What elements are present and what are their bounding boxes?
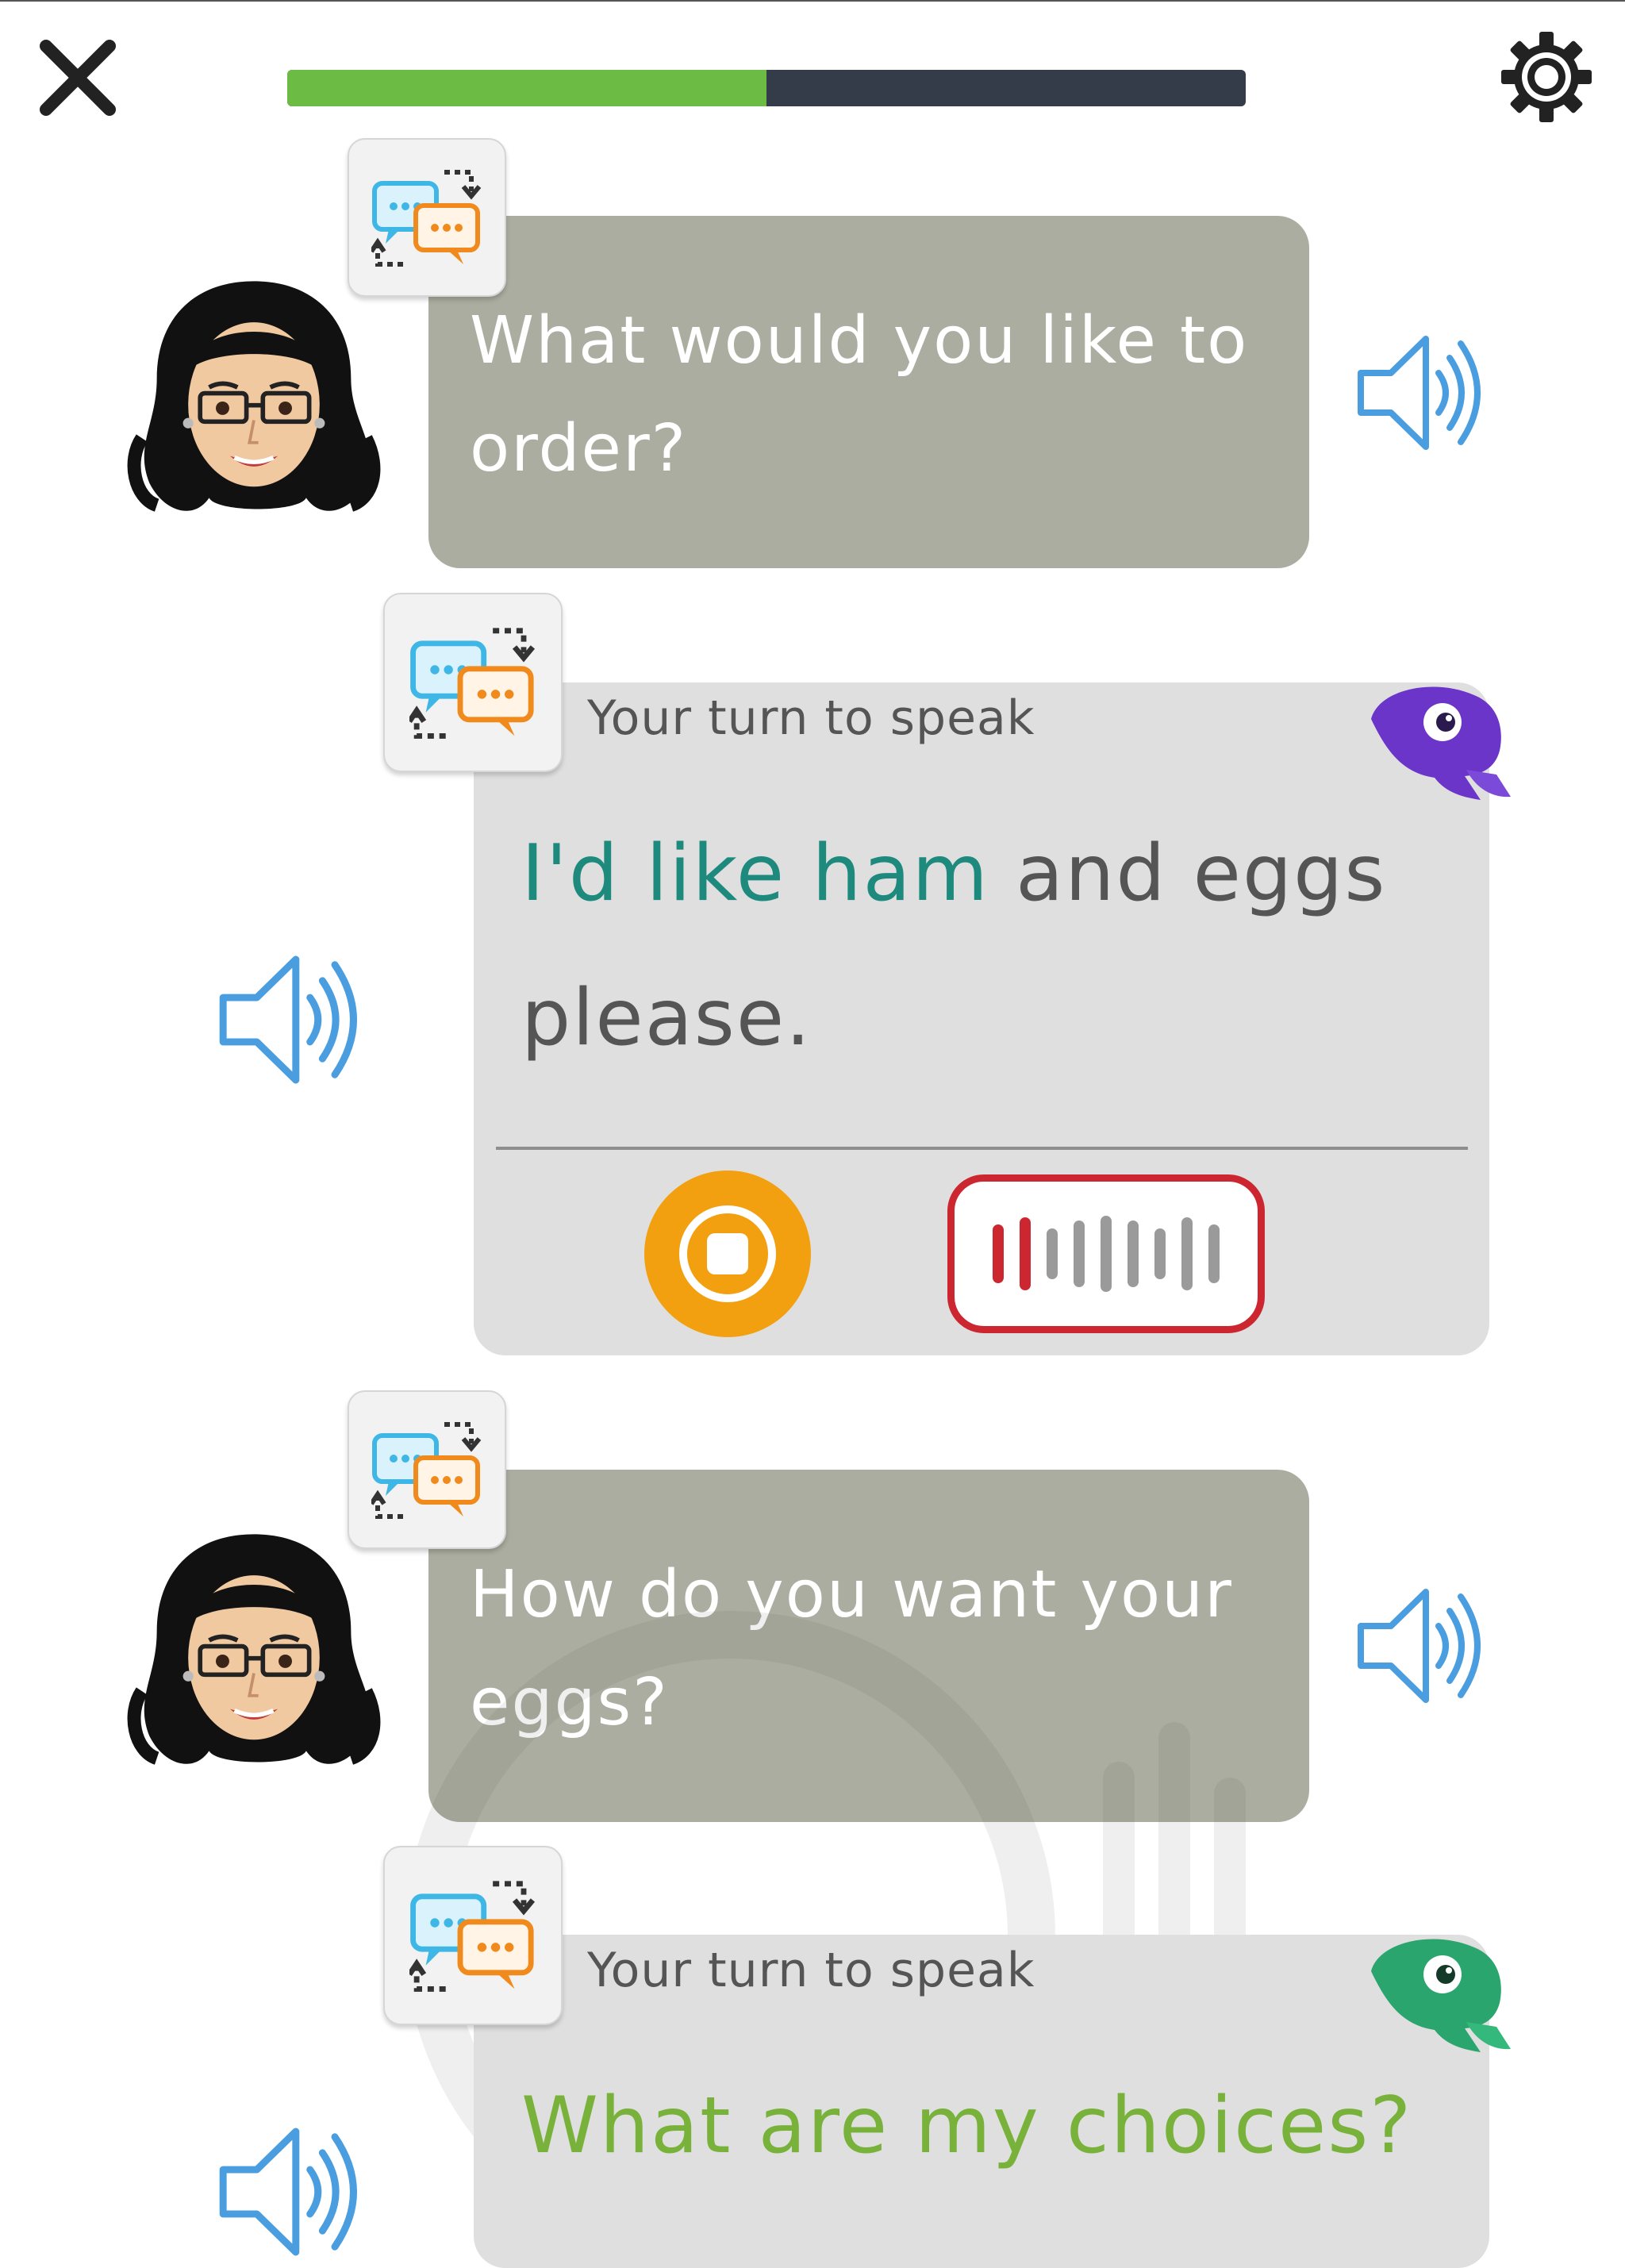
parrot-mascot-icon — [1363, 681, 1514, 804]
stop-recording-button[interactable] — [644, 1171, 811, 1337]
play-audio-button[interactable] — [214, 948, 365, 1091]
learner-sentence: What are my choices? — [521, 2054, 1458, 2198]
waveform-bar — [1020, 1217, 1031, 1290]
waveform-bar — [1128, 1220, 1139, 1287]
speaker-icon — [1353, 329, 1488, 456]
top-border — [0, 0, 1625, 2]
card-divider — [496, 1147, 1468, 1150]
turn-label: Your turn to speak — [587, 1943, 1035, 1998]
learner-card: Your turn to speak I'd like ham and eggs… — [474, 682, 1489, 1355]
translate-button[interactable] — [348, 138, 506, 297]
playback-recording-button[interactable] — [947, 1174, 1265, 1333]
learner-sentence: I'd like ham and eggs please. — [521, 801, 1394, 1090]
translate-icon — [409, 1876, 536, 1995]
play-audio-button[interactable] — [214, 2120, 365, 2263]
close-icon — [40, 40, 116, 116]
teacher-avatar — [127, 266, 381, 536]
translate-button[interactable] — [383, 1846, 563, 2025]
learner-card: Your turn to speak What are my choices? — [474, 1935, 1489, 2268]
waveform-bar — [1101, 1216, 1112, 1292]
lesson-progress-bar — [287, 70, 1246, 106]
sentence-highlight: I'd like ham — [521, 828, 989, 919]
teacher-bubble: What would you like to order? — [428, 216, 1309, 568]
translate-icon — [409, 623, 536, 742]
stop-icon — [672, 1198, 783, 1309]
waveform-bar — [1047, 1228, 1058, 1279]
progress-fill — [287, 70, 766, 106]
parrot-mascot-icon — [1363, 1933, 1514, 2056]
waveform-bar — [1181, 1217, 1193, 1290]
speaker-icon — [214, 2120, 365, 2263]
waveform-bar — [993, 1224, 1004, 1283]
waveform-bar — [1154, 1228, 1166, 1279]
waveform-bar — [1074, 1220, 1085, 1287]
play-audio-button[interactable] — [1353, 329, 1488, 456]
settings-button[interactable] — [1500, 30, 1593, 124]
close-button[interactable] — [38, 38, 117, 117]
waveform-bar — [1208, 1224, 1220, 1283]
translate-icon — [371, 1418, 482, 1521]
speaker-icon — [214, 948, 365, 1091]
teacher-text: What would you like to order? — [470, 303, 1249, 486]
translate-button[interactable] — [383, 593, 563, 772]
turn-label: Your turn to speak — [587, 690, 1035, 746]
sentence-highlight: What are my choices? — [521, 2081, 1413, 2171]
translate-icon — [371, 166, 482, 269]
gear-icon — [1501, 32, 1592, 122]
